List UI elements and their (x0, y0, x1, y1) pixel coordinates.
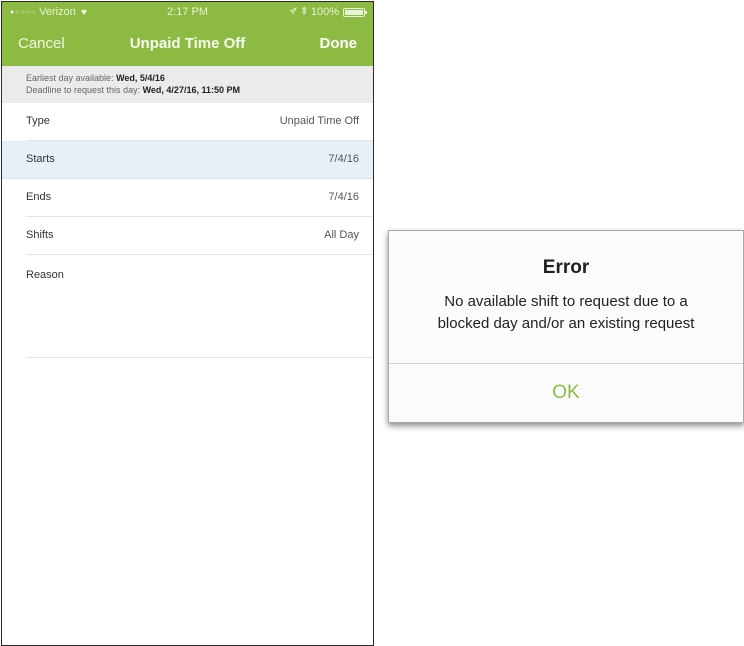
shifts-row[interactable]: Shifts All Day (26, 217, 373, 255)
type-value: Unpaid Time Off (279, 115, 359, 127)
reason-label: Reason (26, 269, 64, 281)
shifts-value: All Day (324, 229, 359, 241)
status-bar: ●○○○○ Verizon 2:17 PM 100% (2, 2, 373, 22)
alert-title: Error (542, 257, 590, 278)
alert-message-line: No available shift to request due to a (444, 293, 688, 310)
type-label: Type (26, 115, 50, 127)
done-button[interactable]: Done (320, 35, 358, 52)
ok-button[interactable]: OK (389, 364, 743, 422)
page-title: Unpaid Time Off (129, 35, 246, 52)
alert-message: No available shift to request due to a b… (399, 291, 733, 335)
availability-info: Earliest day available: Wed, 5/4/16 Dead… (2, 66, 373, 103)
header: ●○○○○ Verizon 2:17 PM 100% Cancel Unpaid… (2, 2, 373, 66)
phone-screen: ●○○○○ Verizon 2:17 PM 100% Cancel Unpaid… (1, 1, 374, 646)
battery-percent: 100% (310, 6, 339, 18)
starts-row[interactable]: Starts 7/4/16 (2, 141, 373, 179)
error-alert: Error No available shift to request due … (388, 230, 744, 423)
deadline-value: Wed, 4/27/16, 11:50 PM (142, 85, 240, 95)
location-icon (289, 6, 297, 18)
type-row[interactable]: Type Unpaid Time Off (26, 103, 373, 141)
battery-icon (343, 7, 367, 17)
shifts-label: Shifts (26, 229, 54, 241)
starts-label: Starts (26, 153, 55, 165)
earliest-day-label: Earliest day available: (26, 73, 114, 83)
deadline-line: Deadline to request this day: Wed, 4/27/… (26, 84, 349, 96)
reason-field[interactable]: Reason (26, 255, 373, 358)
earliest-day-value: Wed, 5/4/16 (116, 73, 165, 83)
earliest-day-line: Earliest day available: Wed, 5/4/16 (26, 72, 349, 84)
starts-value: 7/4/16 (328, 153, 359, 165)
alert-message-line: blocked day and/or an existing request (437, 315, 695, 332)
bluetooth-icon (301, 6, 307, 18)
ends-value: 7/4/16 (328, 191, 359, 203)
ends-row[interactable]: Ends 7/4/16 (26, 179, 373, 217)
deadline-label: Deadline to request this day: (26, 85, 141, 95)
ends-label: Ends (26, 191, 52, 203)
navigation-bar: Cancel Unpaid Time Off Done (2, 26, 373, 62)
status-right: 100% (289, 6, 367, 18)
